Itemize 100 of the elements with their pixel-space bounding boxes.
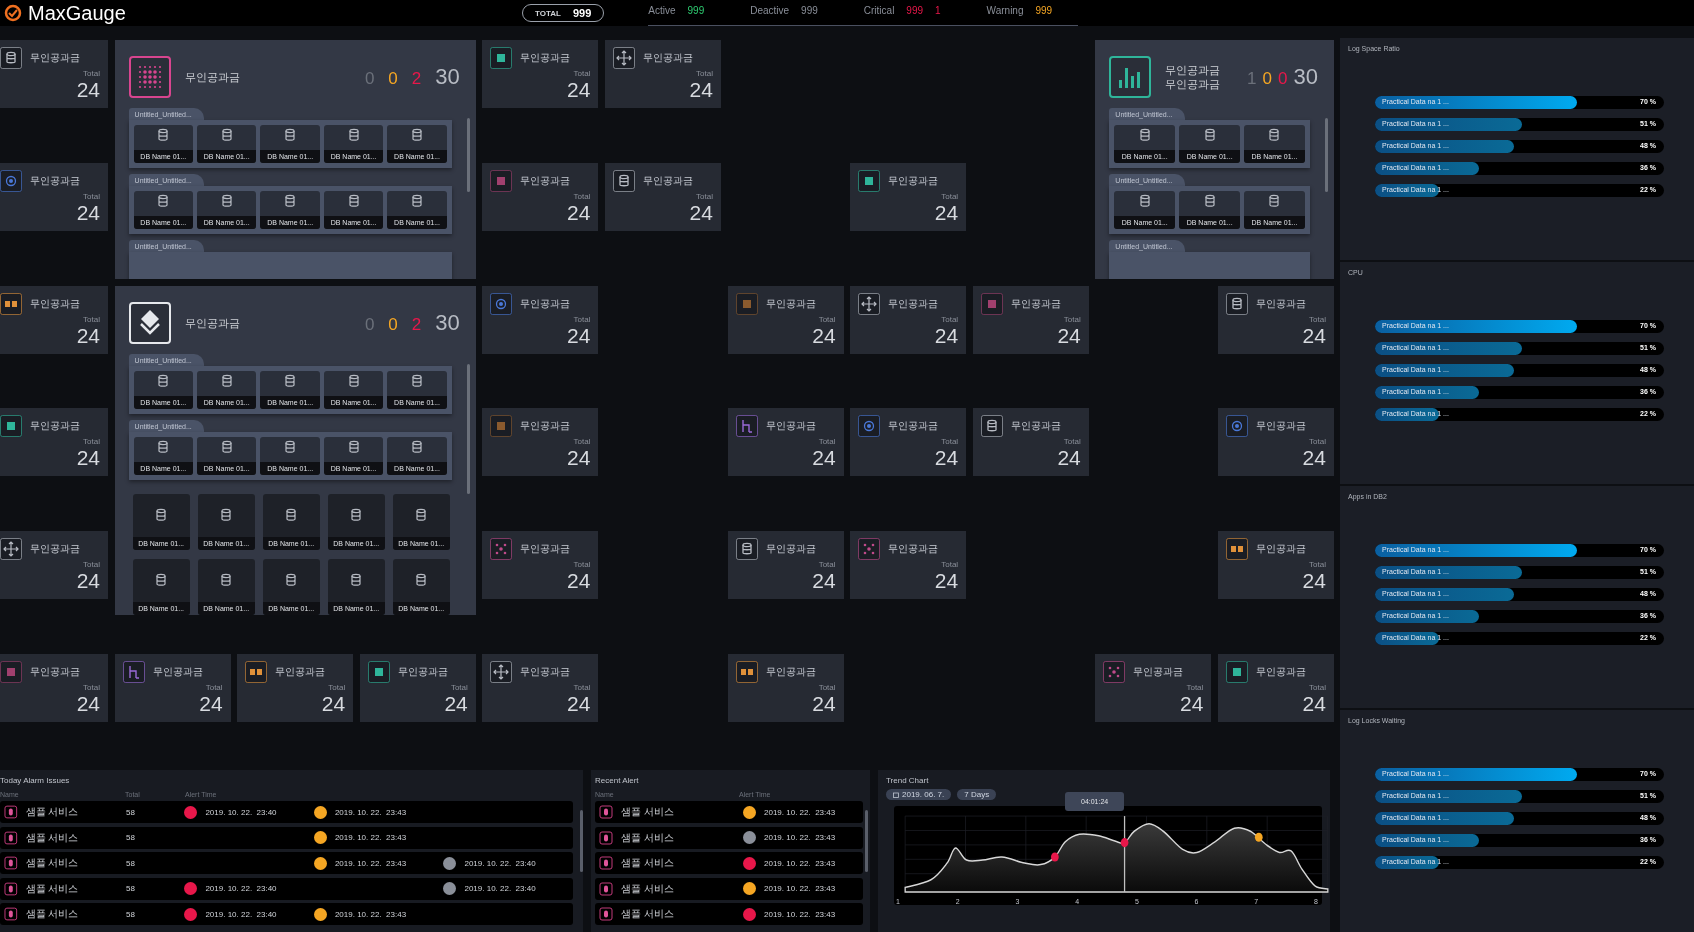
group-card[interactable] [114,40,476,279]
tile-label: 무인공과금 [888,296,939,311]
tile-label: 무인공과금 [520,542,571,557]
target-icon [0,169,22,192]
tile-label: 무인공과금 [520,51,571,65]
status-tile[interactable]: 무인공과금 Total 24 [0,531,108,600]
status-tile[interactable]: 무인공과금 Total 24 [1217,408,1334,477]
database-icon [1267,194,1282,208]
total-label: Total [941,314,959,324]
scroll-bar[interactable] [865,810,868,872]
service-name: 샘플 서비스 [621,907,675,922]
alert-time: 2019. 10. 22. 23:40 [205,909,277,919]
database-icon [219,507,234,522]
status-tile[interactable]: 무인공과금 Total 24 [1217,531,1334,600]
status-count: 0 [364,314,375,335]
status-tile[interactable]: 무인공과금 Total 24 [482,654,599,722]
total-label: Total [573,191,591,201]
status-tile[interactable]: 무인공과금 Total 24 [850,162,967,231]
status-tile[interactable]: 무인공과금 Total 24 [972,285,1089,354]
alarm-row[interactable]: 샘플 서비스 58 2019. 10. 22. 23:43 2019. 10. 22. 23:40 [0,852,573,875]
status-tile[interactable]: 무인공과금 Total 24 [727,654,844,722]
total-label: Total [818,314,836,324]
total-value: 24 [444,692,468,716]
database-icon [219,572,234,587]
database-icon [219,128,234,142]
status-tile[interactable]: 무인공과금 Total 24 [1217,654,1334,722]
tile-label: 무인공과금 [888,419,939,434]
scroll-bar[interactable] [1324,118,1328,192]
move-arrows-icon [0,538,22,561]
tile-label: 무인공과금 [1255,419,1306,434]
database-icon [156,128,171,142]
total-cell-text: 58 [125,807,136,817]
total-label: Total [818,560,836,570]
status-count: 0 [388,69,398,89]
total-value: 24 [76,323,100,348]
group-card[interactable] [114,285,476,615]
database-icon [284,572,299,587]
status-tile[interactable]: 무인공과금 Total 24 [0,40,108,108]
alarm-row[interactable]: 샘플 서비스 58 2019. 10. 22. 23:40 2019. 10. 22. 23:43 [0,801,573,823]
status-tile[interactable]: 무인공과금 Total 24 [0,654,108,722]
tile-label: 무인공과금 [1255,296,1306,311]
range-chip[interactable]: 7 Days [957,789,997,800]
scroll-bar[interactable] [466,363,470,494]
total-label: Total [83,69,100,78]
status-tile[interactable]: 무인공과금 Total 24 [482,408,599,477]
status-tile[interactable]: 무인공과금 Total 24 [482,531,599,600]
total-label: Total [818,437,836,447]
status-tile[interactable]: 무인공과금 Total 24 [727,285,844,354]
status-tile[interactable]: 무인공과금 Total 24 [237,654,354,722]
database-icon [219,439,234,454]
status-tile[interactable]: 무인공과금 Total 24 [482,40,599,108]
blocks-icon [1225,538,1248,561]
alarm-row[interactable]: 샘플 서비스 58 2019. 10. 22. 23:43 [0,826,573,849]
move-arrows-icon [858,292,881,315]
database-icon [346,439,361,454]
status-tile[interactable]: 무인공과금 Total 24 [972,408,1089,477]
database-icon [219,373,234,388]
alert-row[interactable]: 샘플 서비스 2019. 10. 22. 23:43 [595,852,863,875]
scroll-bar[interactable] [466,118,470,192]
tile-label: 무인공과금 [520,665,571,679]
total-value: 24 [76,569,100,594]
service-icon [599,805,613,819]
total-value: 24 [321,692,346,716]
tile-label: 무인공과금 [642,173,693,188]
status-tile[interactable]: 무인공과금 Total 24 [850,531,967,600]
status-tile[interactable]: 무인공과금 Total 24 [1095,654,1212,722]
status-tile[interactable]: 무인공과금 Total 24 [604,40,721,108]
status-tile[interactable]: 무인공과금 Total 24 [482,285,599,354]
tile-label: 무인공과금 [30,665,80,679]
status-tile[interactable]: 무인공과금 Total 24 [604,162,721,231]
alert-time: 2019. 10. 22. 23:43 [764,833,836,843]
service-icon [4,805,18,819]
status-tile[interactable]: 무인공과금 Total 24 [727,408,844,477]
service-name: 샘플 서비스 [25,830,80,845]
alarm-row[interactable]: 샘플 서비스 58 2019. 10. 22. 23:40 2019. 10. 22. 23:43 [0,903,573,926]
status-tile[interactable]: 무인공과금 Total 24 [359,654,476,722]
status-tile[interactable]: 무인공과금 Total 24 [850,285,967,354]
status-tile[interactable]: 무인공과금 Total 24 [0,162,108,231]
status-tile[interactable]: 무인공과금 Total 24 [1217,285,1334,354]
database-icon [410,439,425,454]
status-tile[interactable]: 무인공과금 Total 24 [482,162,599,231]
status-tile[interactable]: 무인공과금 Total 24 [114,654,231,722]
status-tile[interactable]: 무인공과금 Total 24 [850,408,967,477]
status-label: Warning [986,5,1024,16]
status-tile[interactable]: 무인공과금 Total 24 [0,285,108,354]
scroll-bar[interactable] [580,810,583,872]
status-tile[interactable]: 무인공과금 Total 24 [0,408,108,477]
alarm-row[interactable]: 샘플 서비스 58 2019. 10. 22. 23:40 2019. 10. 22. 23:40 [0,877,573,900]
date-chip[interactable]: 2019. 06. 7. [886,789,952,800]
total-label: Total [83,191,100,201]
calendar-icon [893,791,899,798]
alert-row[interactable]: 샘플 서비스 2019. 10. 22. 23:43 [595,826,863,849]
database-icon [283,439,298,454]
alert-row[interactable]: 샘플 서비스 2019. 10. 22. 23:43 [595,877,863,900]
branch-icon [735,415,758,438]
alert-row[interactable]: 샘플 서비스 2019. 10. 22. 23:43 [595,903,863,926]
status-tile[interactable]: 무인공과금 Total 24 [727,531,844,600]
target-icon [858,415,881,438]
service-icon [599,830,613,845]
alert-row[interactable]: 샘플 서비스 2019. 10. 22. 23:43 [595,801,863,823]
